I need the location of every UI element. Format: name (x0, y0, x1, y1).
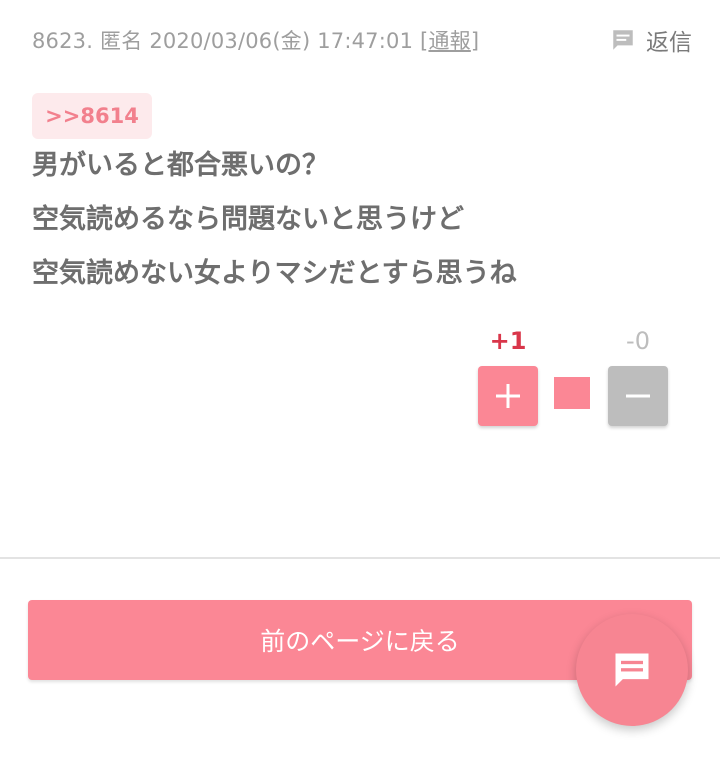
anchor-link[interactable]: >>8614 (32, 93, 152, 139)
plus-vote-button[interactable] (478, 366, 538, 426)
post-body-line: 男がいると都合悪いの？ (32, 150, 329, 181)
reply-label: 返信 (646, 30, 692, 56)
post-number: 8623. (32, 29, 94, 53)
report-bracket-close: ] (470, 29, 480, 53)
reply-button[interactable]: 返信 (610, 24, 692, 56)
plus-vote-count: +1 (489, 327, 527, 355)
chat-icon (615, 653, 649, 687)
post-header: 8623. 匿名 2020/03/06(金) 17:47:01 [通報] 返信 (32, 24, 692, 56)
vote-ratio-fill (554, 377, 590, 409)
post-meta: 8623. 匿名 2020/03/06(金) 17:47:01 [通報] (32, 25, 479, 55)
chat-fab[interactable] (576, 614, 688, 726)
divider (0, 557, 720, 559)
minus-icon (626, 394, 650, 398)
minus-vote-count: -0 (626, 327, 650, 355)
post-body-line: 空気読めない女よりマシだとすら思うね (32, 258, 517, 289)
post-author: 匿名 (100, 29, 143, 53)
report-link[interactable]: 通報 (428, 29, 470, 53)
vote-ratio-bar (554, 377, 590, 409)
post-body-line: 空気読めるなら問題ないと思うけど (32, 204, 464, 235)
post-body: 男がいると都合悪いの？ 空気読めるなら問題ないと思うけど 空気読めない女よりマシ… (32, 146, 692, 308)
plus-icon (496, 384, 520, 408)
post-timestamp: 2020/03/06(金) 17:47:01 (149, 29, 414, 53)
comment-icon (610, 27, 636, 53)
minus-vote-button[interactable] (608, 366, 668, 426)
